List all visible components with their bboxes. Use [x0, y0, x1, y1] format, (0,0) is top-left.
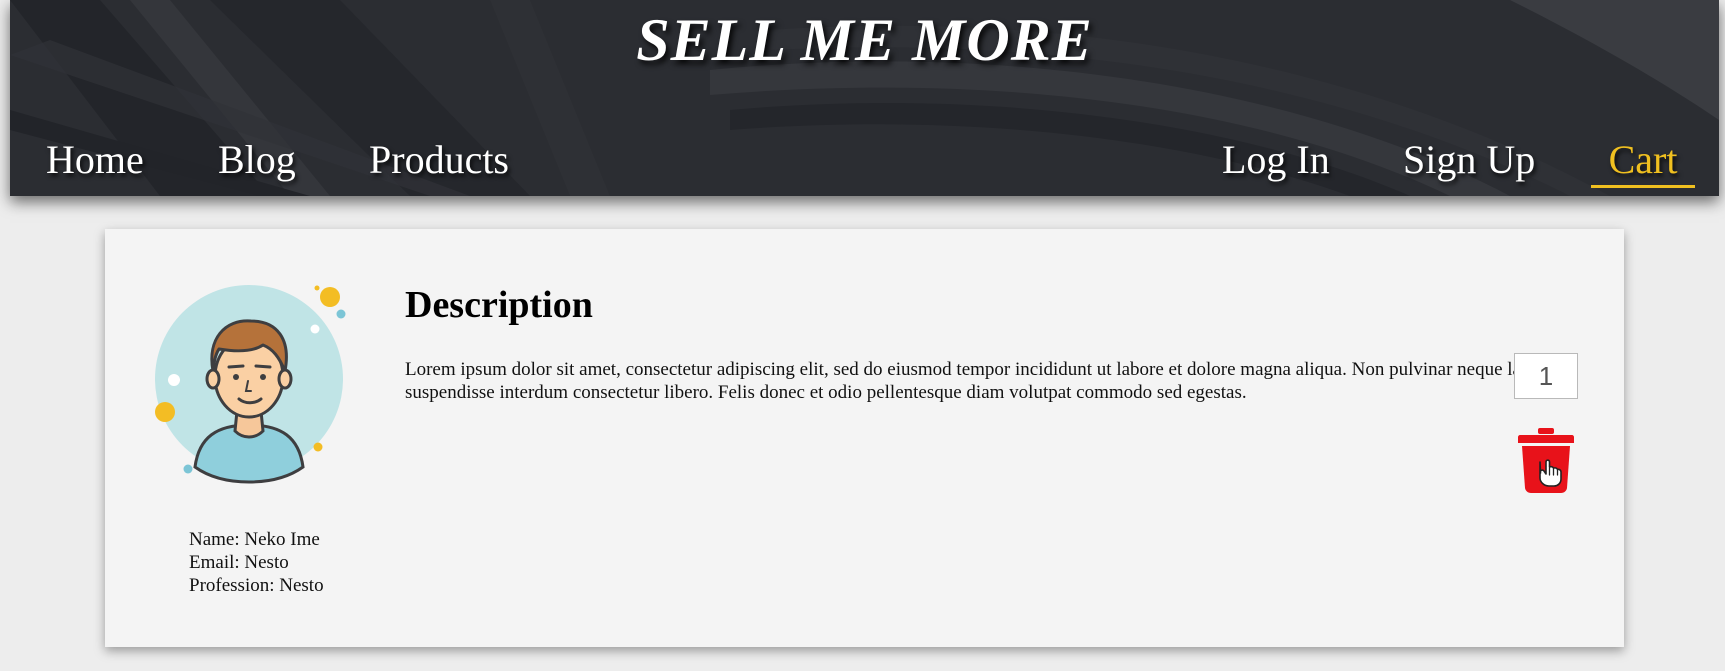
nav-home-link[interactable]: Home [46, 136, 144, 183]
description-heading: Description [405, 284, 593, 326]
quantity-input[interactable] [1514, 353, 1578, 399]
nav-login-link[interactable]: Log In [1222, 136, 1330, 183]
nav-signup-link[interactable]: Sign Up [1403, 136, 1535, 183]
user-info: Name: Neko Ime Email: Nesto Profession: … [189, 528, 324, 597]
description-text: Lorem ipsum dolor sit amet, consectetur … [405, 359, 1559, 403]
user-email: Email: Nesto [189, 552, 289, 573]
nav-blog-link[interactable]: Blog [218, 136, 296, 183]
site-title: SELL ME MORE [636, 7, 1093, 73]
nav-products-link[interactable]: Products [369, 136, 509, 183]
cart-item-card: Name: Neko Ime Email: Nesto Profession: … [105, 229, 1624, 647]
site-header: SELL ME MORE Home Blog Products Log In S… [10, 0, 1719, 196]
user-profession: Profession: Nesto [189, 575, 324, 596]
nav-cart-link[interactable]: Cart [1591, 136, 1695, 188]
user-name: Name: Neko Ime [189, 529, 320, 550]
trash-icon[interactable] [1518, 428, 1574, 494]
user-avatar [155, 285, 346, 484]
